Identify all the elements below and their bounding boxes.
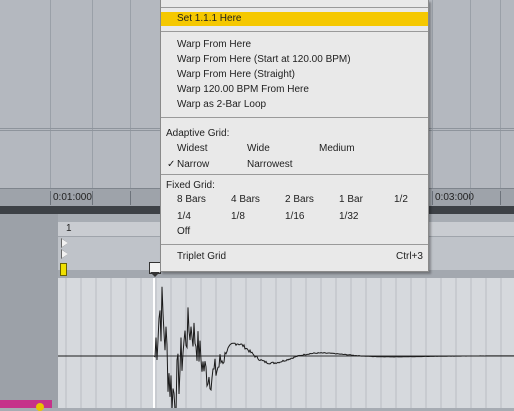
start-marker-icon[interactable] [60,263,67,276]
waveform-grid [65,278,502,408]
clip-bar-number: 1 [66,223,72,234]
menu-item-grid-1-8[interactable]: 1/8 [231,211,245,223]
checkmark-icon: ✓ [167,159,176,170]
menu-item-grid-1-bar[interactable]: 1 Bar [339,194,363,206]
menu-item-grid-narrow[interactable]: Narrow [177,159,209,171]
menu-item-grid-1-16[interactable]: 1/16 [285,211,304,223]
menu-separator [161,31,428,32]
menu-item-grid-4-bars[interactable]: 4 Bars [231,194,260,206]
menu-item-triplet-grid[interactable]: Triplet Grid [177,251,226,263]
menu-separator [161,244,428,245]
context-menu: Set 1.1.1 Here Warp From Here Warp From … [160,0,429,272]
menu-item-warp-2bar-loop[interactable]: Warp as 2-Bar Loop [177,99,266,111]
ruler-tick [92,191,93,205]
start-marker-triangle-fill-icon [62,250,68,258]
clip-left-panel [0,214,58,408]
menu-item-grid-1-2[interactable]: 1/2 [394,194,408,206]
grid-line [432,0,433,190]
menu-separator [161,174,428,175]
clip-color-tab[interactable] [0,400,52,408]
menu-item-grid-off[interactable]: Off [177,226,190,238]
ruler-label-1: 0:01:000 [53,192,92,203]
grid-line [92,0,93,190]
menu-item-grid-1-32[interactable]: 1/32 [339,211,358,223]
waveform-display [58,278,514,408]
grid-line [470,0,471,190]
ruler-tick [500,191,501,205]
menu-separator [161,117,428,118]
menu-item-warp-from-here-straight[interactable]: Warp From Here (Straight) [177,69,295,81]
ruler-tick [50,191,51,205]
ruler-tick [432,191,433,205]
grid-line [130,0,131,190]
ruler-label-2: 0:03:000 [435,192,474,203]
menu-item-set-here[interactable]: Set 1.1.1 Here [161,12,428,26]
menu-item-warp-from-here-start[interactable]: Warp From Here (Start at 120.00 BPM) [177,54,351,66]
menu-item-grid-narrowest[interactable]: Narrowest [247,159,293,171]
adaptive-grid-heading: Adaptive Grid: [166,128,230,139]
ruler-tick [130,191,131,205]
menu-item-triplet-shortcut: Ctrl+3 [396,251,423,262]
menu-separator [161,7,428,8]
menu-item-grid-1-4[interactable]: 1/4 [177,211,191,223]
grid-line [50,0,51,190]
menu-item-grid-8-bars[interactable]: 8 Bars [177,194,206,206]
menu-item-grid-wide[interactable]: Wide [247,143,270,155]
ruler-tick [470,191,471,205]
menu-item-grid-2-bars[interactable]: 2 Bars [285,194,314,206]
menu-item-grid-medium[interactable]: Medium [319,143,355,155]
menu-item-label: Set 1.1.1 Here [177,13,242,24]
fixed-grid-heading: Fixed Grid: [166,180,215,191]
grid-line [500,0,501,190]
menu-item-grid-widest[interactable]: Widest [177,143,208,155]
loop-start-triangle-fill-icon [62,239,68,247]
menu-item-warp-bpm-from-here[interactable]: Warp 120.00 BPM From Here [177,84,309,96]
clip-status-dot-icon [36,403,44,411]
menu-item-warp-from-here[interactable]: Warp From Here [177,39,251,51]
warp-marker-point-icon [150,272,160,277]
